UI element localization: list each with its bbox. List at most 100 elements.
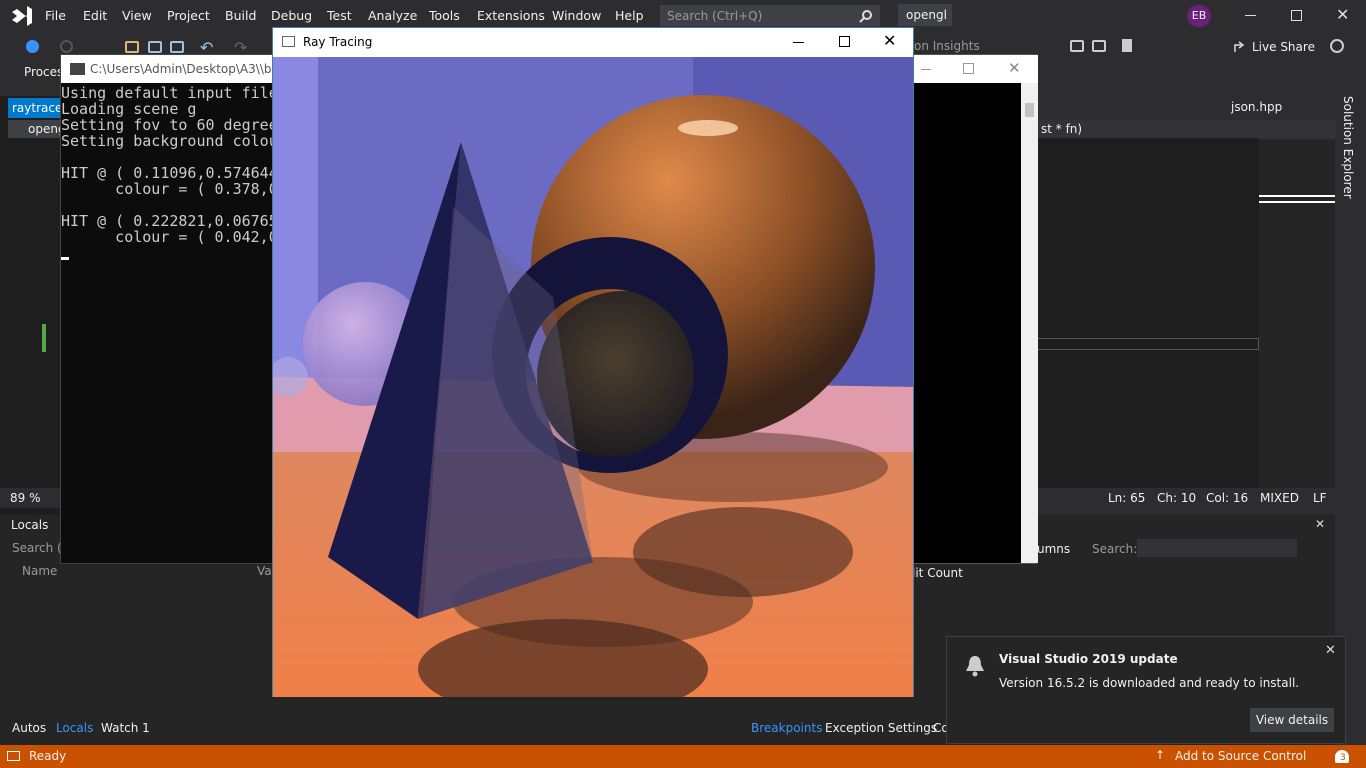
live-share-icon <box>1234 41 1245 52</box>
solution-name-badge: opengl <box>898 4 952 26</box>
menu-extensions[interactable]: Extensions <box>477 8 545 23</box>
search-box[interactable]: Search (Ctrl+Q) <box>660 5 880 26</box>
ray-tracing-titlebar: Ray Tracing ✕ <box>273 28 913 57</box>
console-window-right: ✕ <box>912 54 1038 564</box>
close-icon[interactable]: ✕ <box>883 31 896 50</box>
search-placeholder: Search (Ctrl+Q) <box>667 9 763 23</box>
col-indicator: Col: 16 <box>1206 491 1249 505</box>
close-icon[interactable]: ✕ <box>1008 59 1021 77</box>
console-scrollbar[interactable] <box>1021 83 1038 563</box>
line-ending[interactable]: LF <box>1313 491 1327 505</box>
whitespace-mode[interactable]: MIXED <box>1260 491 1299 505</box>
menu-build[interactable]: Build <box>225 8 256 23</box>
console-line: colour = ( 0.378,0.37 <box>61 180 305 198</box>
user-avatar[interactable]: EB <box>1187 5 1211 27</box>
console-line: Setting background colour t <box>61 132 305 150</box>
bookmark-icon[interactable] <box>1122 39 1132 52</box>
specular-highlight <box>678 120 738 136</box>
columns-dropdown[interactable]: umns <box>1037 542 1070 556</box>
console-cursor <box>61 257 69 260</box>
char-indicator: Ch: 10 <box>1157 491 1197 505</box>
console-window: C:\Users\Admin\Desktop\A3\\buil Using de… <box>60 54 305 564</box>
feedback-icon[interactable] <box>1330 39 1344 53</box>
menu-help[interactable]: Help <box>615 8 644 23</box>
menu-window[interactable]: Window <box>552 8 601 23</box>
menu-edit[interactable]: Edit <box>83 8 107 23</box>
tab-watch1[interactable]: Watch 1 <box>101 721 150 735</box>
hit-count-column: lit Count <box>912 566 963 580</box>
project-dropdown[interactable]: openg <box>8 120 66 138</box>
solution-explorer-tab[interactable]: Solution Explorer <box>1336 96 1366 516</box>
arrow-up-icon: ↑ <box>1155 748 1166 762</box>
code-line-highlight <box>1037 338 1259 350</box>
editor-left-region: raytracer openg <box>0 96 67 516</box>
tab-locals[interactable]: Locals <box>56 721 93 735</box>
maximize-icon[interactable] <box>839 36 850 47</box>
save-icon[interactable] <box>148 41 162 53</box>
locals-title: Locals <box>11 518 49 532</box>
menu-file[interactable]: File <box>45 8 66 23</box>
doc-tab-raytracer[interactable]: raytracer <box>8 98 67 118</box>
menu-debug[interactable]: Debug <box>271 8 312 23</box>
menu-project[interactable]: Project <box>167 8 210 23</box>
console-titlebar: C:\Users\Admin\Desktop\A3\\buil <box>61 55 291 83</box>
code-minimap[interactable] <box>1259 140 1335 490</box>
close-icon[interactable]: ✕ <box>1325 643 1336 658</box>
minimap-viewport[interactable] <box>1259 195 1335 203</box>
console-line: Using default input file sc <box>61 84 305 102</box>
menu-view[interactable]: View <box>122 8 152 23</box>
bell-icon <box>966 656 984 677</box>
status-ready: Ready <box>29 749 67 763</box>
line-indicator: Ln: 65 <box>1108 491 1146 505</box>
editor-tab-strip: json.hpp <box>1020 96 1336 120</box>
restore-icon[interactable] <box>1291 10 1302 21</box>
console-path: C:\Users\Admin\Desktop\A3\\buil <box>90 62 286 76</box>
zoom-level[interactable]: 89 % <box>10 491 41 505</box>
menu-test[interactable]: Test <box>327 8 352 23</box>
console-titlebar-right: ✕ <box>913 55 1038 83</box>
format-icon[interactable] <box>1070 40 1084 52</box>
forward-icon[interactable] <box>60 40 73 53</box>
close-icon[interactable]: ✕ <box>1336 5 1349 24</box>
notification-count: 3 <box>1340 753 1346 763</box>
live-share-button[interactable]: Live Share <box>1252 40 1315 54</box>
bp-search-label: Search: <box>1092 542 1138 556</box>
ray-tracing-window: Ray Tracing ✕ <box>272 27 914 697</box>
close-panel-icon[interactable]: ✕ <box>1315 517 1325 531</box>
ray-tracing-title: Ray Tracing <box>303 35 373 49</box>
save-all-icon[interactable] <box>170 41 184 53</box>
bp-search-input[interactable] <box>1137 539 1297 557</box>
editor-right-region: st * fn) <box>1037 120 1337 490</box>
visual-studio-logo-icon <box>12 6 32 26</box>
search-icon <box>859 10 872 23</box>
console-app-icon <box>70 63 85 75</box>
minimize-icon[interactable] <box>793 42 804 43</box>
status-bar: Ready ↑ Add to Source Control 3 <box>0 745 1366 768</box>
open-folder-icon[interactable] <box>125 41 139 53</box>
tab-autos[interactable]: Autos <box>12 721 46 735</box>
update-notification: Visual Studio 2019 update Version 16.5.2… <box>946 636 1346 744</box>
indent-icon[interactable] <box>1092 40 1106 52</box>
menu-tools[interactable]: Tools <box>429 8 460 23</box>
console-line: Setting fov to 60 degrees. <box>61 116 296 134</box>
menu-analyze[interactable]: Analyze <box>368 8 417 23</box>
add-to-source-control[interactable]: Add to Source Control <box>1175 749 1306 763</box>
change-marker <box>42 324 46 352</box>
tab-breakpoints[interactable]: Breakpoints <box>751 721 822 735</box>
scroll-thumb[interactable] <box>1025 103 1034 117</box>
minimize-icon[interactable] <box>1245 15 1256 16</box>
doc-tab-json[interactable]: json.hpp <box>1231 100 1282 114</box>
maximize-icon[interactable] <box>963 63 974 74</box>
console-line: HIT @ ( 0.222821,0.0676582, <box>61 212 305 230</box>
process-label: Proces <box>24 65 64 79</box>
rendered-scene <box>273 57 913 697</box>
view-details-button[interactable]: View details <box>1250 708 1334 732</box>
insights-label[interactable]: on Insights <box>914 39 980 53</box>
back-icon[interactable] <box>26 40 39 53</box>
console-line: HIT @ ( 0.11096,0.574644,-1 <box>61 164 305 182</box>
tab-exception-settings[interactable]: Exception Settings <box>825 721 937 735</box>
scope-dropdown[interactable]: st * fn) <box>1037 120 1337 138</box>
toast-title: Visual Studio 2019 update <box>999 652 1178 666</box>
minimize-icon[interactable] <box>921 69 931 70</box>
console-line: colour = ( 0.042,0.04 <box>61 228 305 246</box>
